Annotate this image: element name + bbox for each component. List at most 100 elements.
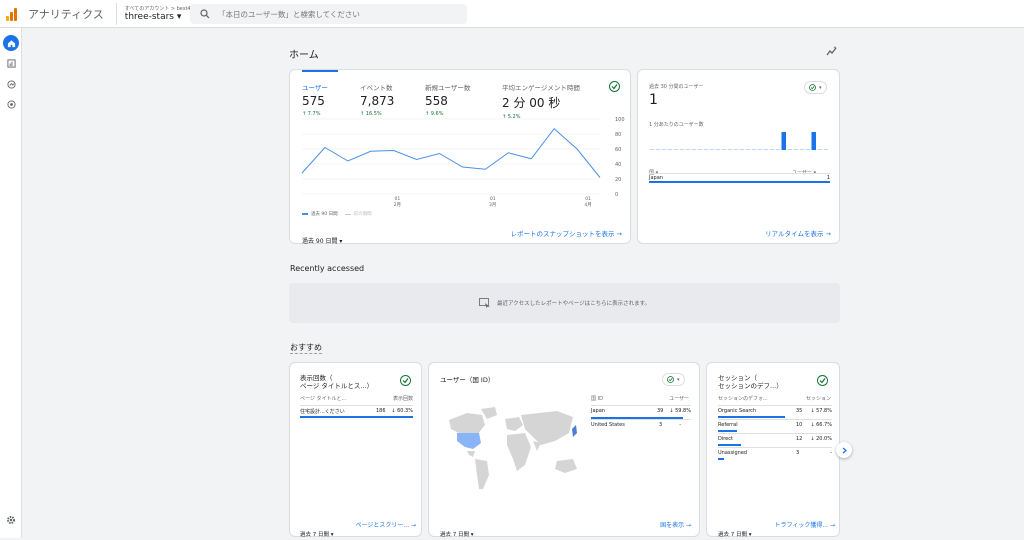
search-icon: [200, 9, 210, 19]
minute-bar: [697, 149, 702, 150]
sessions-card: セッション（ セッションのデフ...） セッションのデフォ... セッション O…: [706, 362, 840, 540]
kpi-users[interactable]: ユーザー 575 ↑ 7.7%: [302, 82, 328, 117]
analytics-logo-icon[interactable]: [6, 7, 18, 21]
advertising-icon: [6, 99, 16, 109]
property-name: three-stars ▾: [124, 12, 182, 22]
x-tick-label: 2月: [394, 202, 401, 208]
y-tick-label: 100: [615, 117, 625, 123]
nav-admin[interactable]: [3, 512, 19, 528]
realtime-value: 1: [649, 92, 658, 108]
minute-bar: [733, 149, 738, 150]
check-circle-icon: [809, 84, 816, 91]
search-input[interactable]: [218, 9, 458, 19]
next-cards-button[interactable]: [836, 442, 852, 458]
table-row[interactable]: 住宅設計...ください 186 ↓ 60.3%: [300, 405, 413, 418]
realtime-label: 過去 30 分間のユーザー: [649, 84, 704, 90]
per-minute-bar-chart: [649, 132, 828, 150]
users-by-country-card: ユーザー（国 ID） ▾ 国 ID ユーザー Japan 39 ↓ 59.8% …: [428, 362, 700, 540]
table-row[interactable]: Japan 39 ↓ 59.8%: [591, 405, 691, 419]
y-tick-label: 40: [615, 162, 621, 168]
account-breadcrumb: すべてのアカウント > best4life: [124, 6, 199, 12]
data-quality-icon[interactable]: [609, 81, 620, 92]
minute-bar: [679, 149, 684, 150]
minute-bar: [811, 132, 816, 150]
share-bar: [718, 458, 725, 460]
minute-bar: [655, 149, 660, 150]
recent-empty-message: 最近アクセスしたレポートやページはこちらに表示されます。: [496, 301, 651, 307]
minute-bar: [709, 149, 714, 150]
top-bar: アナリティクス すべてのアカウント > best4life three-star…: [0, 0, 1024, 28]
settings-icon: [7, 516, 15, 524]
y-tick-label: 60: [615, 147, 621, 153]
sessions-date-range[interactable]: 過去 7 日間 ▾: [718, 521, 752, 540]
active-tab-indicator: [302, 70, 338, 72]
overview-date-range[interactable]: 過去 90 日間 ▾: [302, 228, 342, 247]
session-change: ↓ 57.8%: [810, 408, 832, 414]
minute-bar: [757, 149, 762, 150]
share-bar: [718, 444, 741, 446]
session-count: 35: [796, 408, 803, 414]
sessions-quality-icon[interactable]: [817, 375, 828, 386]
minute-bar: [751, 149, 756, 150]
sessions-col-count: セッション: [805, 396, 831, 402]
x-tick-label: 01: [585, 196, 591, 202]
sessions-link[interactable]: トラフィック獲得... →: [774, 520, 835, 529]
table-row[interactable]: Unassigned 3 -: [718, 447, 832, 461]
search-box[interactable]: [190, 4, 467, 24]
account-selector[interactable]: すべてのアカウント > best4life three-stars ▾: [115, 2, 199, 25]
kpi-events[interactable]: イベント数 7,873 ↑ 16.5%: [360, 82, 394, 117]
minute-bar: [775, 149, 780, 150]
recent-empty-panel: 最近アクセスしたレポートやページはこちらに表示されます。: [289, 283, 840, 323]
table-row[interactable]: Direct 12 ↓ 20.0%: [718, 433, 832, 447]
geo-quality-dropdown[interactable]: ▾: [662, 373, 685, 386]
geo-card-title[interactable]: ユーザー（国 ID）: [440, 374, 494, 384]
realtime-card: 過去 30 分間のユーザー 1 ▾ 1 分あたりのユーザー数 国 ▾ ユーザー …: [637, 69, 840, 244]
geo-col-users: ユーザー: [669, 396, 689, 402]
share-bar: [718, 416, 785, 418]
reports-icon: [6, 58, 16, 68]
nav-reports[interactable]: [3, 55, 19, 71]
minute-bar: [745, 149, 750, 150]
geo-link[interactable]: 国を表示 →: [660, 520, 691, 529]
insights-icon[interactable]: [826, 45, 838, 57]
session-change: ↓ 66.7%: [810, 422, 832, 428]
table-row[interactable]: Organic Search 35 ↓ 57.8%: [718, 405, 832, 419]
realtime-link[interactable]: リアルタイムを表示 →: [765, 228, 831, 238]
x-tick-label: 01: [394, 196, 400, 202]
minute-bar: [781, 132, 786, 150]
channel-name: Unassigned: [718, 450, 748, 456]
snapshot-link[interactable]: レポートのスナップショットを表示 →: [510, 228, 622, 238]
geo-date-range[interactable]: 過去 7 日間 ▾: [440, 521, 474, 540]
nav-advertising[interactable]: [3, 96, 19, 112]
chevron-right-icon: [842, 447, 847, 453]
session-count: 3: [796, 450, 800, 456]
nav-explore[interactable]: [3, 76, 19, 92]
minute-bar: [715, 149, 720, 150]
series-line: [301, 128, 601, 178]
table-row[interactable]: United States 3 -: [591, 419, 691, 432]
users-line-chart: 100806040200012月013月014月: [301, 117, 625, 208]
kpi-new-users[interactable]: 新規ユーザー数 558 ↑ 9.6%: [425, 82, 470, 117]
y-tick-label: 20: [615, 177, 621, 183]
legend-previous: 前の期間: [353, 212, 372, 217]
pages-date-range[interactable]: 過去 7 日間 ▾: [300, 521, 334, 540]
table-row[interactable]: Referral 10 ↓ 66.7%: [718, 419, 832, 433]
x-tick-label: 01: [490, 196, 496, 202]
left-nav: [0, 28, 22, 538]
legend-current: 過去 90 日間: [311, 212, 338, 217]
per-minute-label: 1 分あたりのユーザー数: [649, 122, 704, 128]
recent-reports-icon: [479, 298, 490, 308]
geo-col-country: 国 ID: [591, 396, 603, 402]
pages-link[interactable]: ページとスクリー... →: [355, 520, 416, 529]
nav-home[interactable]: [3, 35, 19, 51]
minute-bar: [721, 149, 726, 150]
sessions-card-title[interactable]: セッション（ セッションのデフ...）: [718, 374, 783, 390]
sessions-col-channel: セッションのデフォ...: [718, 396, 768, 402]
channel-name: Referral: [718, 422, 738, 428]
pages-card-quality-icon[interactable]: [400, 375, 411, 386]
realtime-row[interactable]: Japan 1: [649, 173, 830, 183]
minute-bar: [703, 149, 708, 150]
recommended-title: おすすめ: [290, 343, 322, 354]
realtime-quality-dropdown[interactable]: ▾: [804, 81, 827, 94]
recent-title: Recently accessed: [290, 264, 365, 273]
